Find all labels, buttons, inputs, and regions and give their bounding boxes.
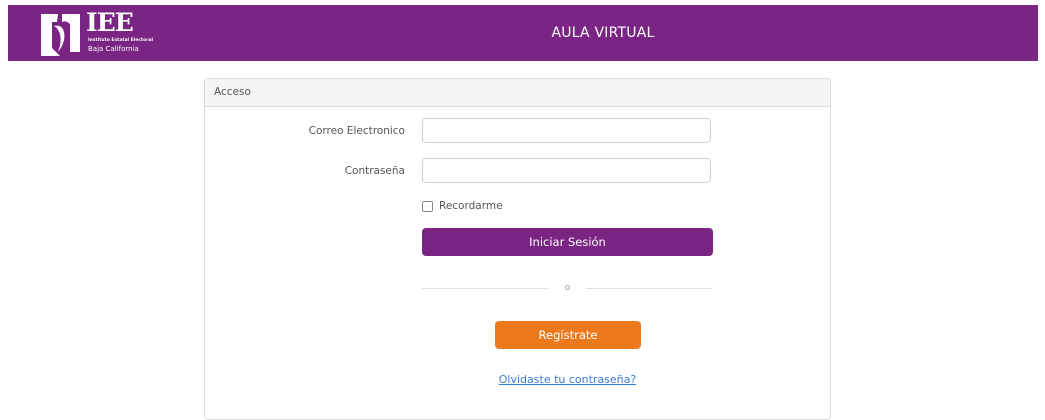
remember-checkbox[interactable] [422,200,433,212]
forgot-password-link[interactable]: Olvidaste tu contraseña? [422,373,713,386]
email-field[interactable] [422,118,711,143]
top-header: IEE Instituto Estatal Electoral Baja Cal… [8,5,1038,61]
login-button[interactable]: Iniciar Sesión [422,228,713,256]
login-card: Acceso Correo Electronico Contraseña Rec… [204,78,831,420]
remember-label: Recordarme [439,200,503,212]
login-card-header: Acceso [205,79,830,107]
register-button[interactable]: Regístrate [495,321,641,349]
divider-line-right [586,288,713,289]
app-title: AULA VIRTUAL [551,25,655,41]
remember-me[interactable]: Recordarme [422,199,503,213]
email-label: Correo Electronico [308,125,405,137]
password-label: Contraseña [344,165,405,177]
password-field[interactable] [422,158,711,183]
or-divider: o [422,282,713,294]
